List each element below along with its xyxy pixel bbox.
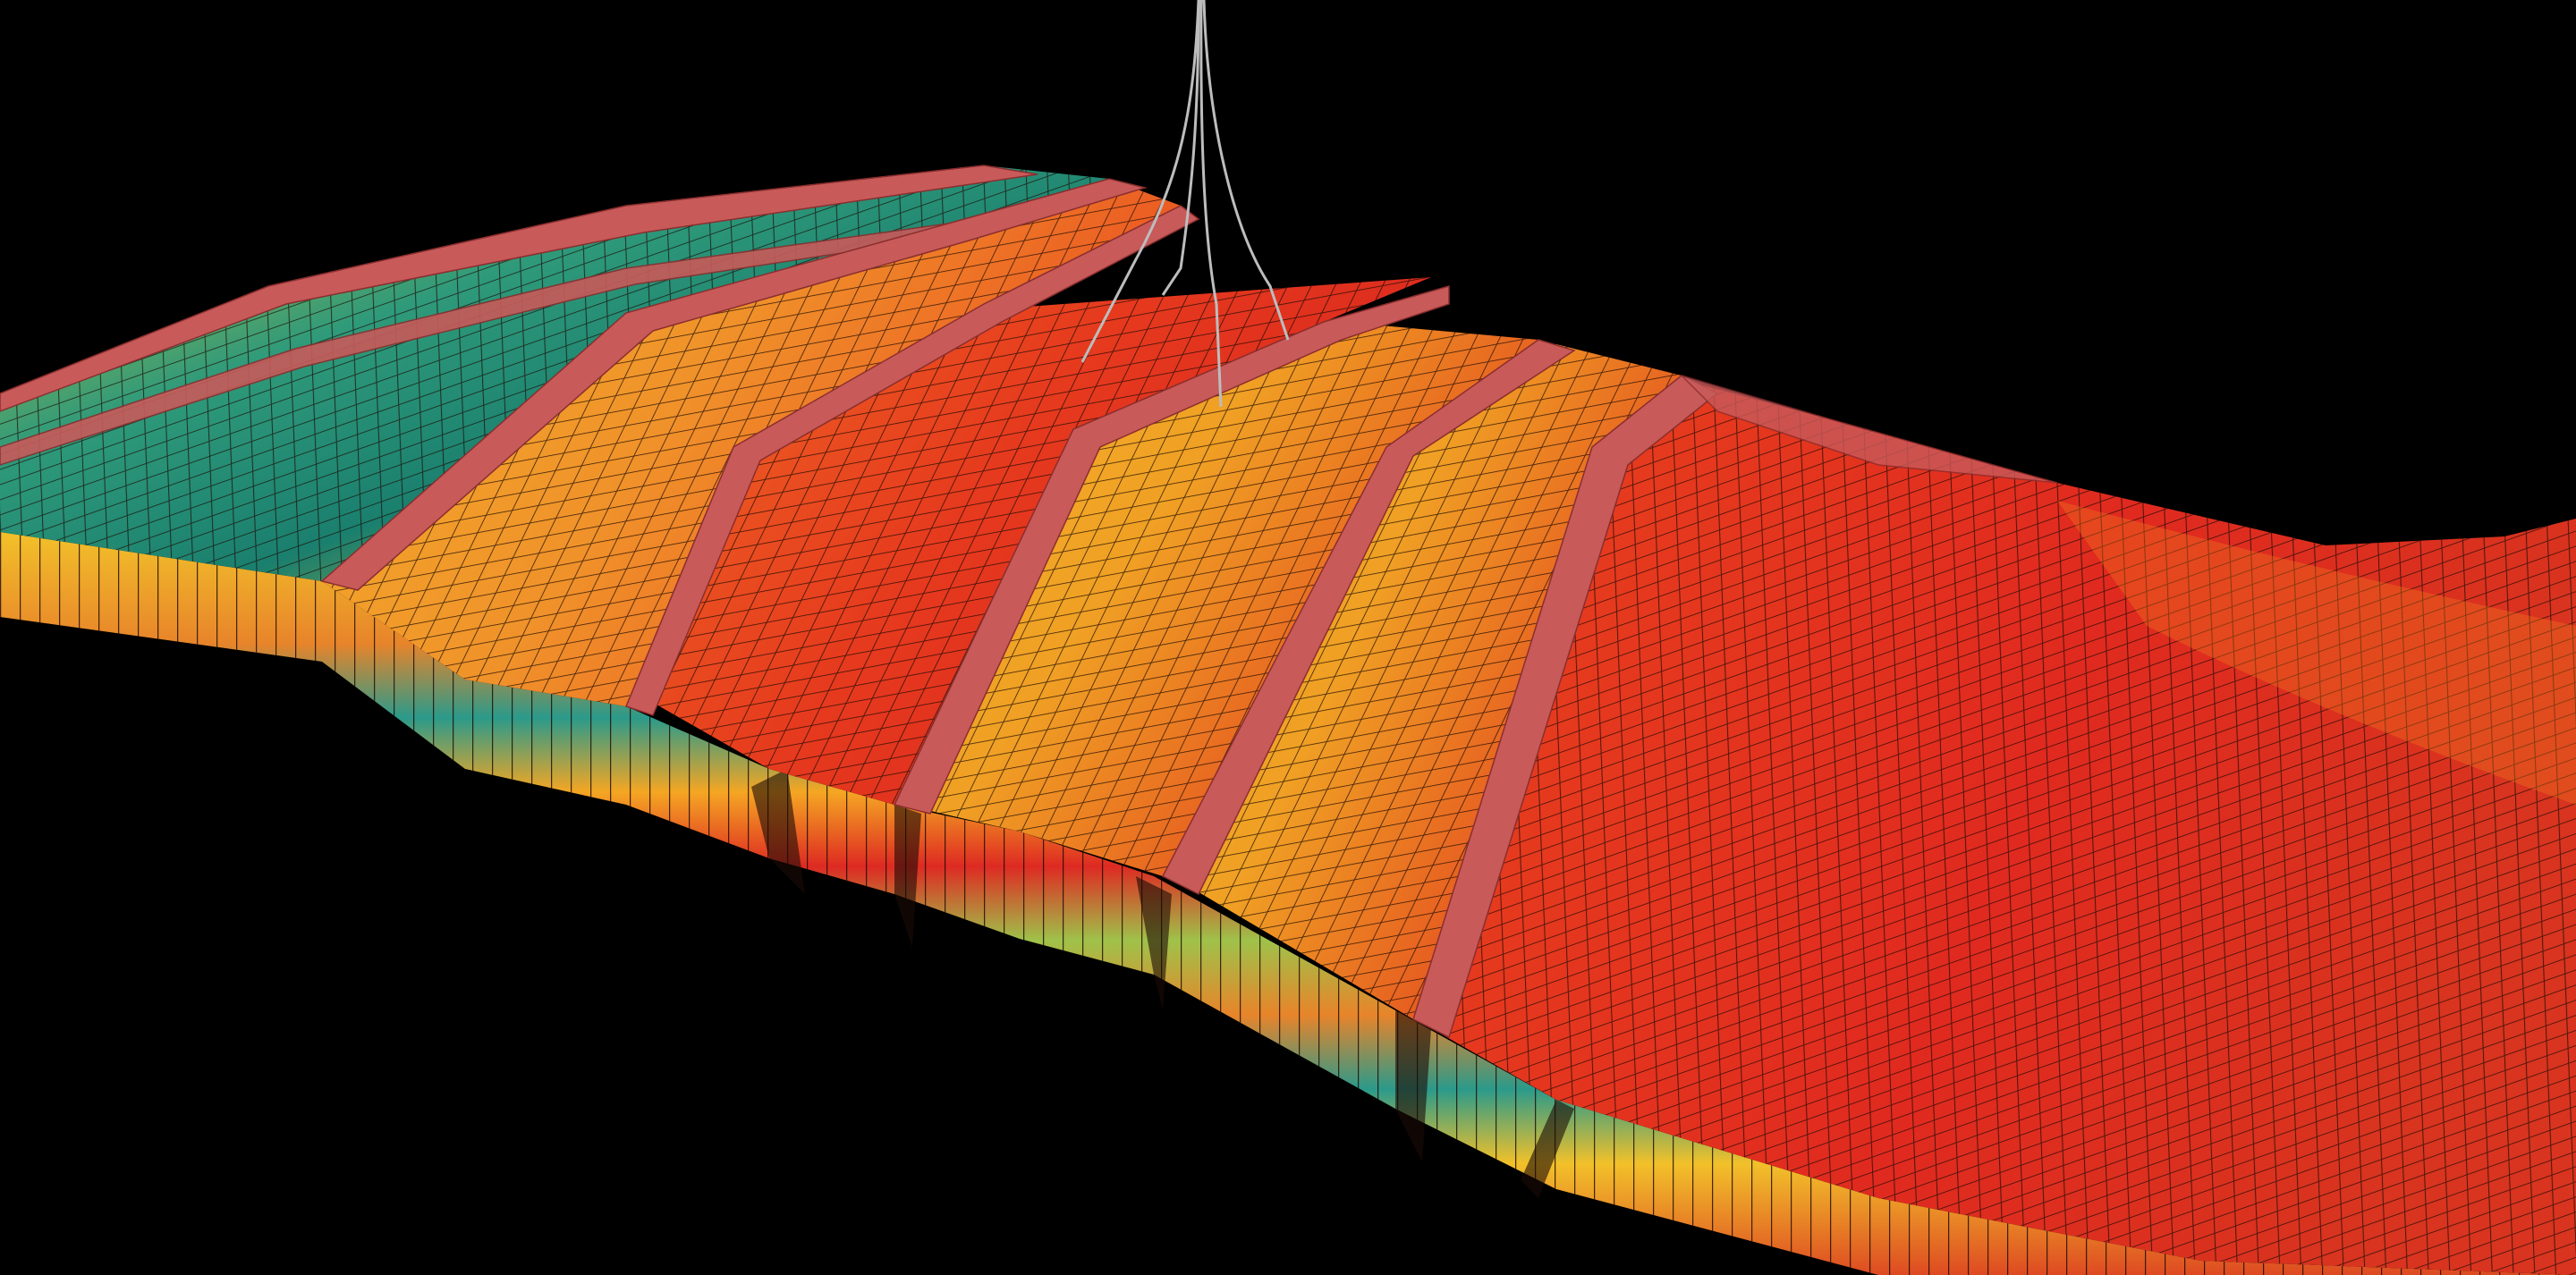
reservoir-grid-scene (0, 0, 2576, 1275)
